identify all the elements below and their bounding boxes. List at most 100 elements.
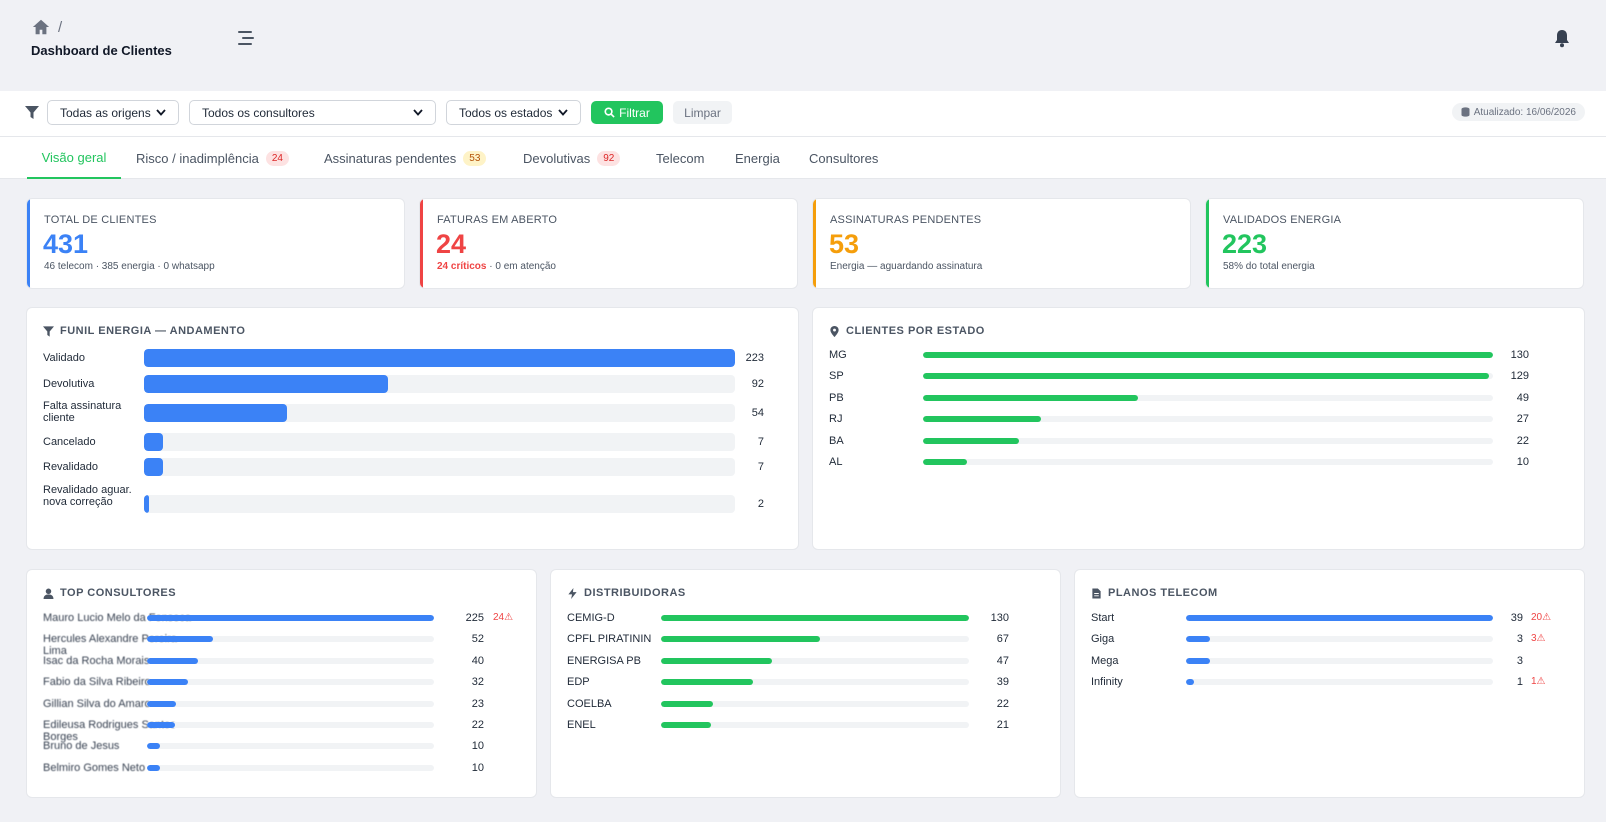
kpi-accent [813,199,816,288]
bar-fill [923,437,1020,444]
tab-devolutivas[interactable]: Devolutivas 92 [509,137,634,179]
bar-track [144,375,735,393]
row-value: 22 [996,697,1009,710]
breadcrumb-separator: / [58,18,63,36]
tab-label: Energia [735,150,780,166]
row-value: 22 [471,719,484,731]
bar-track [923,352,1493,358]
kpi-subtext-rest: · 0 em atenção [486,261,556,272]
limpar-button[interactable]: Limpar [673,101,732,124]
updated-badge: Atualizado: 16/06/2026 [1451,103,1585,121]
row-value: 22 [1516,434,1529,447]
row-label: Validado [43,352,85,364]
warning-badge: 3⚠ [1531,633,1546,645]
row-value: 7 [757,436,764,448]
kpi-accent [1206,199,1209,288]
bar-track [147,615,434,621]
panel-title: CLIENTES POR ESTADO [829,325,985,337]
row-label: CPFL PIRATININ [567,633,652,646]
tab-badge: 24 [265,150,289,166]
bar-track [144,349,735,367]
header: / Dashboard de Clientes [0,0,1606,90]
origem-select-value: Todas as origens [60,105,151,120]
origem-select[interactable]: Todas as origens [47,100,179,125]
bar-track [923,459,1493,465]
tab-risco[interactable]: Risco / inadimplência 24 [122,137,303,179]
row-value: 3 [1516,633,1523,646]
bar-track [147,700,434,707]
bolt-icon [568,587,577,599]
bar-track [147,679,434,686]
row-value: 129 [1510,370,1529,383]
kpi-label: ASSINATURAS PENDENTES [830,214,982,226]
kpi-label: VALIDADOS ENERGIA [1223,214,1342,226]
document-icon [1092,587,1101,599]
consultor-select[interactable]: Todos os consultores [189,100,436,125]
bar-fill [144,458,163,476]
bar-track [147,743,434,750]
row-label: ENEL [567,719,596,731]
bar-fill [923,416,1042,423]
panel-title-text: FUNIL ENERGIA — ANDAMENTO [60,325,246,337]
map-pin-icon [830,325,839,337]
kpi-accent [27,199,30,288]
kpi-validados-energia: VALIDADOS ENERGIA 223 58% do total energ… [1205,198,1584,289]
panel-title: TOP CONSULTORES [43,587,176,599]
bar-fill [144,433,163,451]
filter-bar: Todas as origens Todos os consultores To… [0,91,1606,137]
bar-fill [661,679,754,686]
kpi-subtext: Energia — aguardando assinatura [830,261,983,272]
row-label: ENERGISA PB [567,654,641,667]
bell-icon[interactable] [1552,28,1572,48]
row-label: Devolutiva [43,378,95,390]
bar-fill [661,636,820,643]
estado-select[interactable]: Todos os estados [446,100,581,125]
row-value: 10 [1516,456,1529,468]
row-value: 225 [465,612,484,624]
top-consultores-panel: TOP CONSULTORES Mauro Lucio Melo da Fons… [26,569,537,798]
warning-badge: 24⚠ [493,612,514,623]
tab-label: Assinaturas pendentes [324,150,457,166]
kpi-assinaturas-pendentes: ASSINATURAS PENDENTES 53 Energia — aguar… [812,198,1191,289]
row-label: Infinity [1091,676,1123,689]
row-label: Start [1091,612,1115,624]
kpi-faturas-aberto: FATURAS EM ABERTO 24 24 críticos · 0 em … [419,198,798,289]
bar-track [147,722,434,728]
database-icon [1461,107,1470,117]
row-value: 52 [471,633,484,646]
panel-title-text: TOP CONSULTORES [60,587,177,599]
bar-track [1186,657,1493,664]
bar-track [661,700,969,707]
bar-track [661,657,969,664]
tab-visao-geral[interactable]: Visão geral [27,137,121,179]
panel-title-text: DISTRIBUIDORAS [584,587,686,599]
warning-badge: 20⚠ [1531,612,1552,623]
row-value: 40 [471,654,484,667]
search-icon [604,107,615,118]
tab-energia[interactable]: Energia [721,137,794,179]
tab-assinaturas[interactable]: Assinaturas pendentes 53 [310,137,500,179]
panel-title-text: CLIENTES POR ESTADO [846,325,985,337]
row-label: Revalidado [43,461,99,473]
kpi-accent [420,199,423,288]
menu-toggle-icon[interactable] [238,30,256,46]
bar-track [923,437,1493,444]
filtrar-button[interactable]: Filtrar [591,101,663,124]
tab-telecom[interactable]: Telecom [642,137,718,179]
bar-track [923,416,1493,423]
home-icon[interactable] [32,18,50,36]
bar-fill [1186,615,1493,621]
bar-fill [923,352,1493,358]
row-value: 3 [1516,654,1523,667]
tab-consultores[interactable]: Consultores [795,137,892,179]
bar-fill [661,722,711,728]
planos-telecom-panel: PLANOS TELECOM Start 39 20⚠ Giga 3 3⚠ Mega 3 Inf… [1074,569,1585,798]
breadcrumb: / [32,18,62,36]
filtrar-label: Filtrar [619,105,650,120]
row-label: RJ [829,413,843,426]
row-label: Mega [1091,654,1119,667]
kpi-total-clientes: TOTAL DE CLIENTES 431 46 telecom · 385 e… [26,198,405,289]
row-value: 10 [471,761,484,774]
bar-track [661,615,969,621]
bar-track [147,764,434,771]
